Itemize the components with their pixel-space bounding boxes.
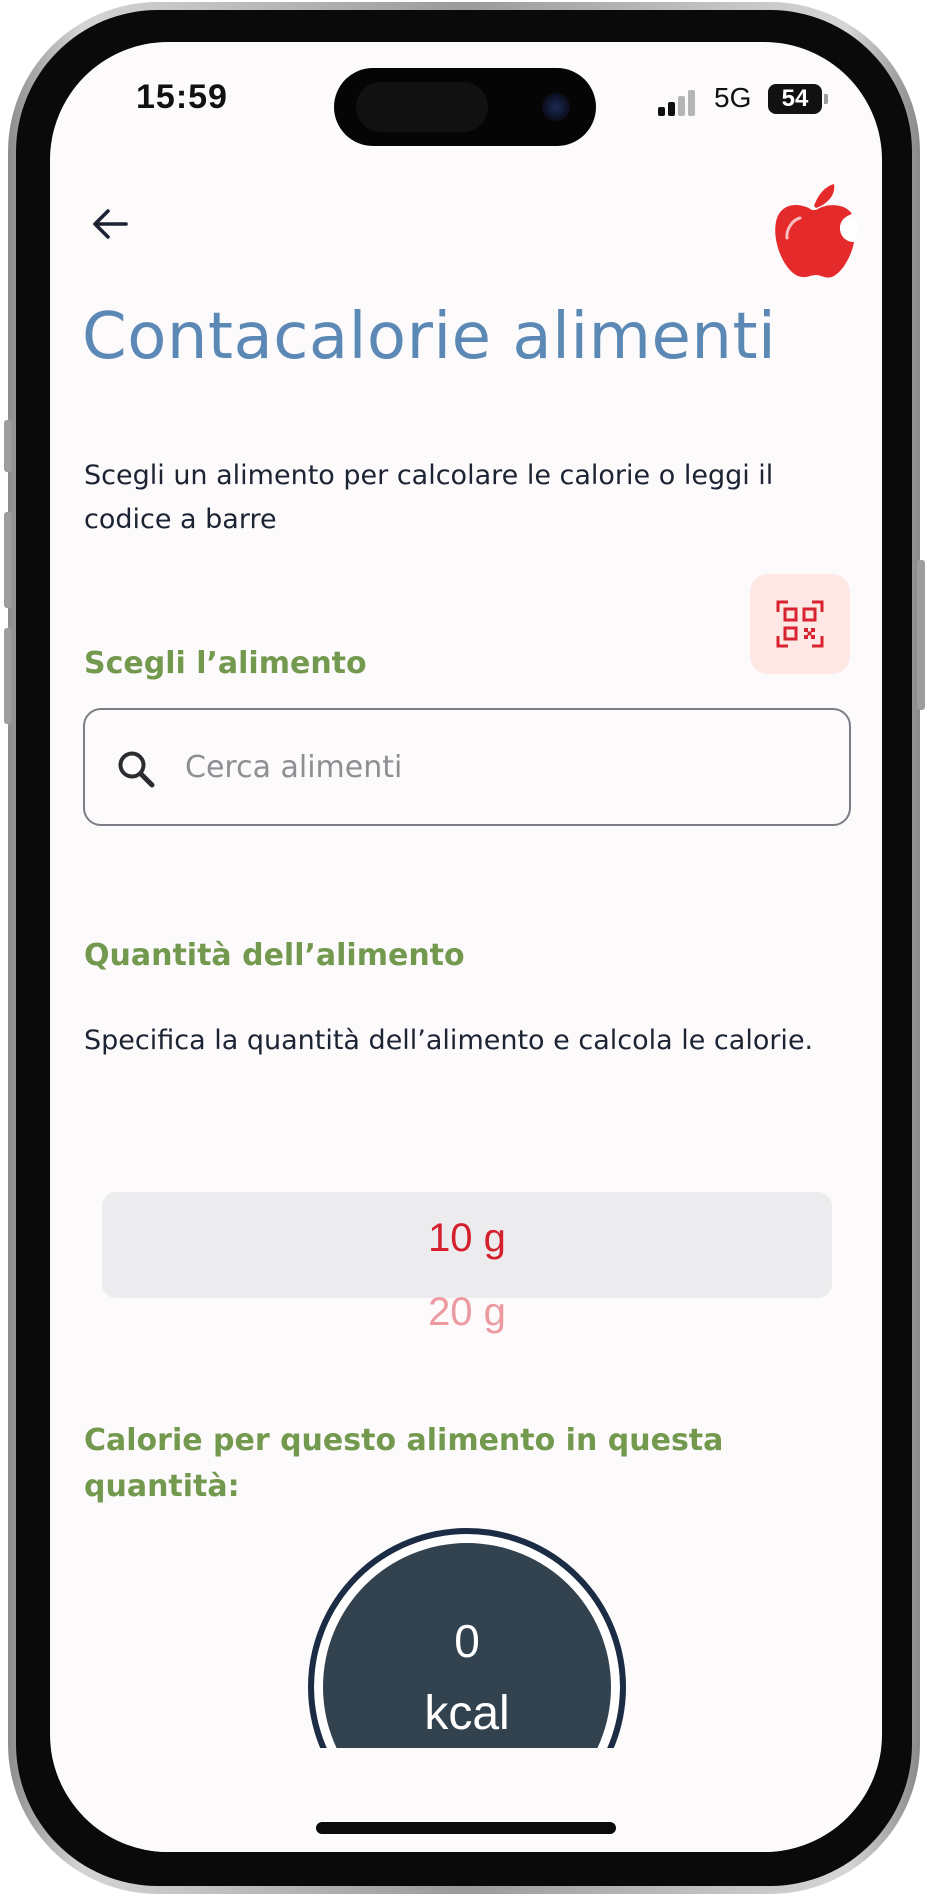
page-title: Contacalorie alimenti bbox=[82, 300, 777, 374]
food-section-label: Scegli l’alimento bbox=[84, 646, 367, 681]
battery-nub bbox=[824, 94, 828, 104]
status-time: 15:59 bbox=[136, 78, 228, 116]
picker-option-selected[interactable]: 10 g bbox=[102, 1216, 832, 1261]
arrow-left-icon bbox=[93, 209, 128, 239]
back-button[interactable] bbox=[86, 200, 134, 248]
home-indicator[interactable] bbox=[316, 1822, 616, 1834]
quantity-picker[interactable]: 10 g 20 g bbox=[102, 1150, 832, 1370]
volume-up-button bbox=[4, 512, 12, 608]
app-screen: 15:59 5G 54 Contacalorie alimenti Scegli… bbox=[50, 42, 882, 1852]
battery-icon: 54 bbox=[768, 84, 822, 114]
calories-value: 0 bbox=[454, 1615, 480, 1667]
quantity-description: Specifica la quantità dell’alimento e ca… bbox=[84, 1025, 814, 1056]
bottom-safe-area bbox=[50, 1748, 882, 1852]
dynamic-island bbox=[334, 68, 596, 146]
volume-down-button bbox=[4, 628, 12, 724]
mute-switch bbox=[4, 420, 12, 472]
power-button bbox=[917, 560, 925, 710]
device-stage: 15:59 5G 54 Contacalorie alimenti Scegli… bbox=[0, 0, 929, 1900]
food-search-input[interactable] bbox=[185, 710, 825, 824]
search-icon bbox=[118, 751, 155, 788]
qr-code-icon bbox=[776, 600, 824, 648]
picker-option[interactable]: 20 g bbox=[102, 1290, 832, 1335]
network-label: 5G bbox=[714, 82, 752, 113]
calories-unit: kcal bbox=[424, 1687, 510, 1740]
quantity-section-label: Quantità dell’alimento bbox=[84, 938, 465, 973]
barcode-scan-button[interactable] bbox=[750, 574, 850, 674]
apple-logo-icon bbox=[770, 180, 860, 284]
calories-section-label: Calorie per questo alimento in questa qu… bbox=[84, 1423, 724, 1504]
page-subtitle: Scegli un alimento per calcolare le calo… bbox=[84, 460, 774, 535]
front-camera bbox=[542, 93, 570, 121]
food-search-box[interactable] bbox=[83, 708, 851, 826]
signal-icon bbox=[658, 90, 698, 116]
island-sensor bbox=[356, 82, 488, 132]
